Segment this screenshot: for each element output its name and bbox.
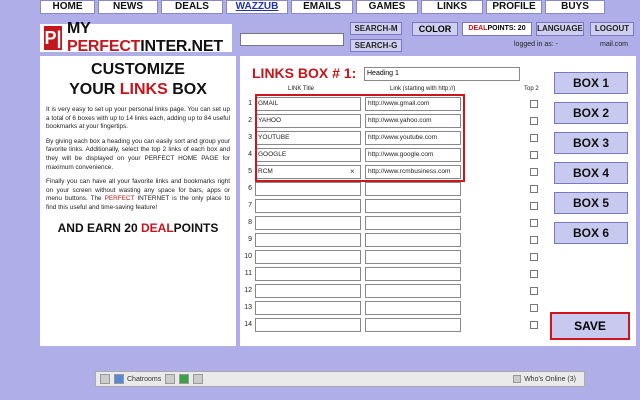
top2-checkbox[interactable] (530, 270, 538, 278)
link-title-field[interactable] (255, 301, 361, 315)
top2-checkbox[interactable] (530, 253, 538, 261)
box-4-button[interactable]: BOX 4 (554, 162, 628, 184)
col-link-header: Link (starting with http://) (390, 86, 456, 92)
info-panel: CUSTOMIZE YOUR LINKS BOX It is very easy … (40, 56, 236, 346)
top2-checkbox[interactable] (530, 321, 538, 329)
row-number: 1 (248, 100, 252, 107)
row-number: 8 (248, 219, 252, 226)
row-number: 14 (244, 321, 252, 328)
logo-text: MY PERFECTINTER.NET (66, 20, 223, 55)
row-number: 11 (244, 270, 252, 277)
row-number: 6 (248, 185, 252, 192)
link-title-field[interactable] (255, 284, 361, 298)
highlight-filled-rows (255, 94, 465, 182)
col-top-header: Top 2 (524, 86, 539, 92)
chat-taskbar: Chatrooms Who's Online (3) (95, 371, 585, 387)
top2-checkbox[interactable] (530, 236, 538, 244)
language-button[interactable]: LANGUAGE (536, 22, 584, 36)
folder-icon[interactable] (193, 374, 204, 384)
box-title: LINKS BOX # 1: (252, 65, 357, 81)
logged-in-user: mail.com (600, 41, 629, 48)
window-icon[interactable] (100, 374, 110, 384)
logo-mark: P| (44, 26, 62, 50)
link-title-field[interactable] (255, 233, 361, 247)
top2-checkbox[interactable] (530, 168, 538, 176)
users-icon (513, 375, 522, 383)
link-title-field[interactable] (255, 267, 361, 281)
search-m-button[interactable]: SEARCH-M (350, 22, 402, 35)
link-url-field[interactable] (365, 250, 461, 264)
box-2-button[interactable]: BOX 2 (554, 102, 628, 124)
link-title-field[interactable] (255, 216, 361, 230)
col-title-header: LINK Title (288, 86, 315, 92)
box-3-button[interactable]: BOX 3 (554, 132, 628, 154)
search-input[interactable] (240, 33, 344, 46)
top2-checkbox[interactable] (530, 287, 538, 295)
nav-games[interactable]: GAMES (356, 0, 418, 14)
nav-links[interactable]: LINKS (421, 0, 483, 14)
info-paragraph-2: By giving each box a heading you can eas… (46, 137, 230, 171)
top2-checkbox[interactable] (530, 151, 538, 159)
box-1-button[interactable]: BOX 1 (554, 72, 628, 94)
nav-profile[interactable]: PROFILE (486, 0, 542, 14)
nav-home[interactable]: HOME (40, 0, 95, 14)
camera-icon[interactable] (165, 374, 176, 384)
whos-online[interactable]: Who's Online (3) (509, 375, 576, 383)
link-title-field[interactable] (255, 182, 361, 196)
apps-icon[interactable] (179, 374, 190, 384)
nav-emails[interactable]: EMAILS (291, 0, 353, 14)
link-url-field[interactable] (365, 318, 461, 332)
top2-checkbox[interactable] (530, 304, 538, 312)
search-g-button[interactable]: SEARCH-G (350, 39, 402, 52)
info-paragraph-3: Finally you can have all your favorite l… (46, 178, 230, 211)
link-title-field[interactable] (255, 250, 361, 264)
box-5-button[interactable]: BOX 5 (554, 192, 628, 214)
top2-checkbox[interactable] (530, 134, 538, 142)
logout-button[interactable]: LOGOUT (590, 22, 634, 36)
box-6-button[interactable]: BOX 6 (554, 222, 628, 244)
row-number: 5 (248, 168, 252, 175)
top2-checkbox[interactable] (530, 100, 538, 108)
nav-deals[interactable]: DEALS (161, 0, 223, 14)
info-title: CUSTOMIZE YOUR LINKS BOX (69, 61, 207, 98)
row-number: 2 (248, 117, 252, 124)
logged-in-label: logged in as: - (514, 41, 558, 48)
link-url-field[interactable] (365, 182, 461, 196)
top2-checkbox[interactable] (530, 219, 538, 227)
top2-checkbox[interactable] (530, 117, 538, 125)
info-paragraph-1: It is very easy to set up your personal … (46, 106, 230, 131)
link-title-field[interactable] (255, 318, 361, 332)
link-url-field[interactable] (365, 216, 461, 230)
nav-buys[interactable]: BUYS (545, 0, 605, 14)
earn-dealpoints: AND EARN 20 DEALPOINTS (57, 220, 219, 235)
save-button[interactable]: SAVE (550, 312, 630, 340)
top-nav: HOME NEWS DEALS WAZZUB EMAILS GAMES LINK… (40, 0, 640, 14)
row-number: 3 (248, 134, 252, 141)
row-number: 13 (244, 304, 252, 311)
row-number: 4 (248, 151, 252, 158)
site-logo[interactable]: P| MY PERFECTINTER.NET (40, 20, 232, 55)
link-url-field[interactable] (365, 301, 461, 315)
link-url-field[interactable] (365, 284, 461, 298)
link-url-field[interactable] (365, 199, 461, 213)
top2-checkbox[interactable] (530, 202, 538, 210)
heading-input[interactable]: Heading 1 (364, 67, 520, 81)
links-editor: LINKS BOX # 1: Heading 1 LINK Title Link… (240, 56, 636, 346)
top2-checkbox[interactable] (530, 185, 538, 193)
row-number: 10 (244, 253, 252, 260)
nav-wazzub[interactable]: WAZZUB (226, 0, 288, 14)
link-url-field[interactable] (365, 233, 461, 247)
dealpoints-badge: DEALPOINTS: 20 (462, 22, 532, 36)
link-title-field[interactable] (255, 199, 361, 213)
chatrooms-label[interactable]: Chatrooms (127, 376, 161, 383)
color-button[interactable]: COLOR (412, 22, 458, 36)
row-number: 12 (244, 287, 252, 294)
nav-news[interactable]: NEWS (98, 0, 158, 14)
row-number: 9 (248, 236, 252, 243)
link-url-field[interactable] (365, 267, 461, 281)
row-number: 7 (248, 202, 252, 209)
chatrooms-icon[interactable] (114, 374, 124, 384)
